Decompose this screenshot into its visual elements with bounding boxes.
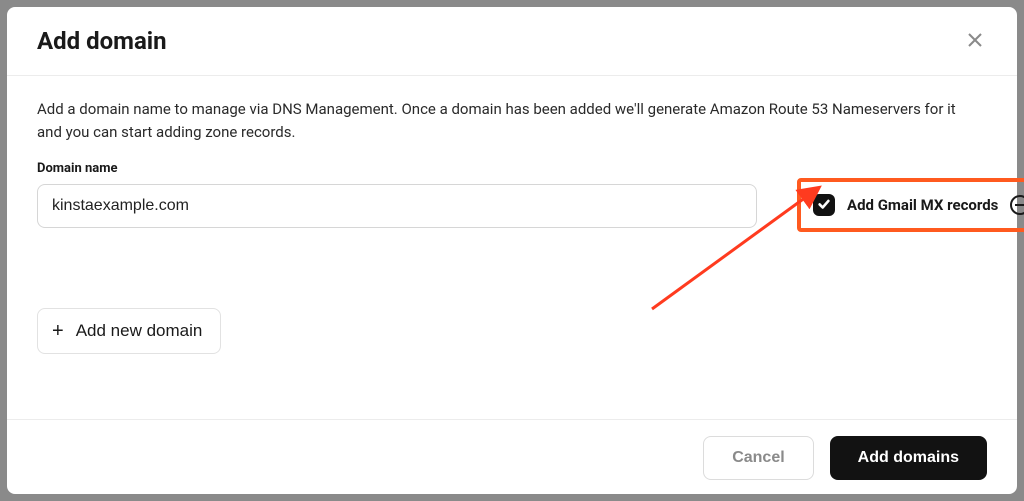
modal-header: Add domain (7, 7, 1017, 76)
add-domains-button[interactable]: Add domains (830, 436, 987, 480)
domain-name-label: Domain name (37, 161, 987, 176)
add-domain-modal: Add domain Add a domain name to manage v… (7, 7, 1017, 494)
close-icon (967, 32, 983, 51)
add-new-domain-button[interactable]: + Add new domain (37, 308, 221, 354)
check-icon (817, 196, 831, 215)
cancel-button[interactable]: Cancel (703, 436, 813, 480)
gmail-mx-checkbox[interactable] (813, 194, 835, 216)
domain-name-input[interactable] (37, 184, 757, 228)
modal-body: Add a domain name to manage via DNS Mana… (7, 76, 1017, 419)
plus-icon: + (52, 321, 64, 341)
close-button[interactable] (963, 29, 987, 53)
gmail-mx-highlight: Add Gmail MX records (797, 178, 1024, 232)
gmail-mx-label: Add Gmail MX records (847, 196, 998, 214)
domain-row: Add Gmail MX records (37, 184, 987, 228)
modal-footer: Cancel Add domains (7, 419, 1017, 494)
modal-description: Add a domain name to manage via DNS Mana… (37, 98, 977, 143)
modal-title: Add domain (37, 27, 167, 55)
remove-row-button[interactable] (1010, 195, 1024, 215)
add-new-domain-label: Add new domain (76, 321, 203, 341)
